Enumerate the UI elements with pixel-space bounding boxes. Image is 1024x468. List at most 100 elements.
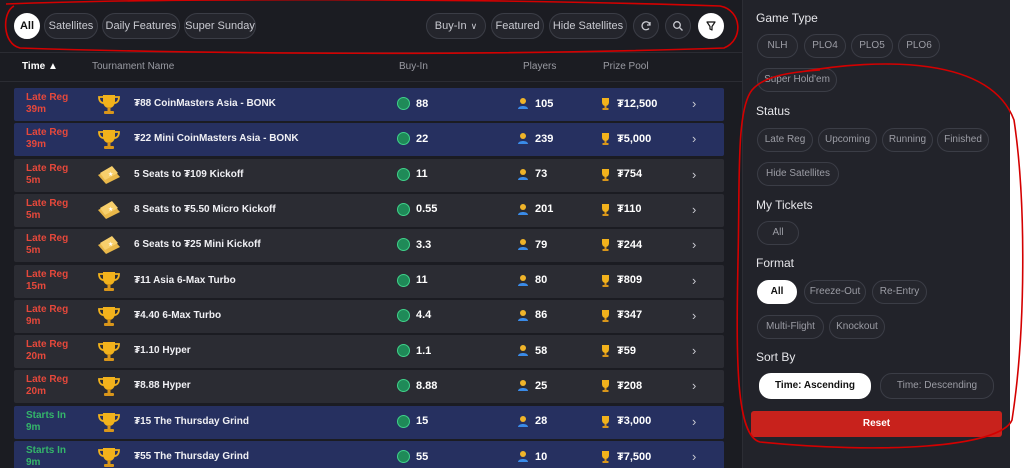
status-finished[interactable]: Finished: [937, 128, 989, 152]
registration-status: Starts In 9m: [26, 410, 66, 434]
ticket-icon: ★: [98, 165, 120, 184]
header-time[interactable]: Time ▲: [22, 61, 58, 72]
format-re-entry[interactable]: Re-Entry: [872, 280, 927, 304]
svg-text:★: ★: [108, 171, 113, 178]
status-hide-satellites[interactable]: Hide Satellites: [757, 162, 839, 186]
table-row[interactable]: Late Reg 20m ₮1.10 Hyper 1.1 58 ₮59 ›: [14, 335, 724, 369]
trophy-icon: [602, 203, 609, 216]
table-row[interactable]: Late Reg 15m ₮11 Asia 6-Max Turbo 11 80 ₮809 ›: [14, 264, 724, 298]
trophy-icon: [602, 98, 609, 110]
prize-value: ₮208: [617, 379, 643, 392]
status-upcoming[interactable]: Upcoming: [818, 128, 877, 152]
poker-chip-icon: [397, 414, 410, 428]
players-value: 86: [535, 309, 548, 322]
prize-value: ₮347: [617, 309, 643, 322]
header-players[interactable]: Players: [523, 61, 556, 72]
header-buyin[interactable]: Buy-In: [399, 61, 428, 72]
trophy-icon: [602, 451, 609, 463]
buyin-dropdown[interactable]: Buy-In ∨: [426, 13, 486, 39]
header-name[interactable]: Tournament Name: [92, 61, 174, 72]
svg-text:★: ★: [108, 241, 113, 248]
chevron-right-icon[interactable]: ›: [692, 414, 696, 429]
players-cell: 10: [517, 450, 547, 463]
table-row[interactable]: Late Reg 39m ₮22 Mini CoinMasters Asia - B…: [14, 123, 724, 157]
lobby-window: All Satellites Daily Features Super Sund…: [0, 0, 1010, 468]
table-row[interactable]: Late Reg 5m ★ 8 Seats to ₮5.50 Micro Kickof…: [14, 193, 724, 227]
registration-status: Late Reg 20m: [26, 339, 68, 363]
prize-cell: ₮244: [599, 238, 642, 252]
registration-status: Late Reg 5m: [26, 163, 68, 187]
buyin-value: 11: [416, 274, 428, 286]
tab-satellites[interactable]: Satellites: [44, 13, 98, 39]
game-type-nlh[interactable]: NLH: [757, 34, 798, 58]
players-cell: 28: [517, 415, 547, 428]
chevron-right-icon[interactable]: ›: [692, 131, 696, 146]
players-value: 201: [535, 203, 554, 216]
sort-time-descending[interactable]: Time: Descending: [880, 373, 994, 399]
status-label: Late Reg: [26, 92, 69, 103]
poker-chip-icon: [397, 97, 410, 110]
chevron-right-icon[interactable]: ›: [692, 343, 696, 358]
table-row[interactable]: Late Reg 5m ★ 6 Seats to ₮25 Mini Kickoff 3.…: [14, 229, 724, 263]
featured-button[interactable]: Featured: [491, 13, 544, 39]
tab-super-sunday[interactable]: Super Sunday: [184, 13, 256, 39]
players-value: 105: [535, 97, 554, 110]
status-running[interactable]: Running: [882, 128, 933, 152]
registration-status: Starts In 9m: [26, 445, 66, 468]
prize-cell: ₮208: [599, 379, 643, 393]
table-row[interactable]: Late Reg 5m ★ 5 Seats to ₮109 Kickoff 11 73 ₮7…: [14, 158, 724, 192]
chevron-right-icon[interactable]: ›: [692, 96, 696, 111]
reset-button[interactable]: Reset: [751, 411, 1002, 437]
status-label: Late Reg: [26, 339, 69, 351]
table-row[interactable]: Late Reg 9m ₮4.40 6-Max Turbo 4.4 86 ₮347 ›: [14, 299, 724, 333]
buyin-cell: 15: [397, 414, 428, 428]
table-row[interactable]: Starts In 9m ₮55 The Thursday Grind 55 10 ₮7,…: [14, 441, 724, 468]
trophy-icon: [98, 95, 120, 114]
tab-all[interactable]: All: [14, 13, 40, 39]
game-type-plo6[interactable]: PLO6: [898, 34, 940, 58]
filter-button[interactable]: [698, 13, 724, 39]
status-time: 39m: [26, 139, 47, 151]
format-all[interactable]: All: [757, 280, 797, 304]
table-row[interactable]: Late Reg 20m ₮8.88 Hyper 8.88 25 ₮208 ›: [14, 370, 724, 404]
header-prize[interactable]: Prize Pool: [603, 61, 649, 72]
format-freeze-out[interactable]: Freeze-Out: [804, 280, 866, 304]
buyin-dropdown-label: Buy-In: [434, 20, 467, 32]
table-row[interactable]: Starts In 9m ₮15 The Thursday Grind 15 28 ₮3,…: [14, 405, 724, 439]
trophy-icon: [98, 377, 120, 397]
search-button[interactable]: [665, 13, 691, 39]
registration-status: Late Reg 5m: [26, 233, 68, 257]
refresh-button[interactable]: [633, 13, 659, 39]
filter-icon: [706, 21, 716, 31]
game-type-plo4[interactable]: PLO4: [804, 34, 846, 58]
chevron-right-icon[interactable]: ›: [692, 378, 696, 393]
game-type-super-holdem[interactable]: Super Hold'em: [757, 68, 837, 92]
chevron-right-icon[interactable]: ›: [692, 202, 696, 217]
format-multi-flight[interactable]: Multi-Flight: [757, 315, 824, 339]
sort-time-ascending[interactable]: Time: Ascending: [759, 373, 871, 399]
chevron-right-icon[interactable]: ›: [692, 237, 696, 252]
prize-cell: ₮12,500: [599, 97, 657, 110]
buyin-cell: 4.4: [397, 308, 431, 322]
status-late-reg[interactable]: Late Reg: [757, 128, 813, 152]
prize-value: ₮12,500: [617, 97, 658, 110]
status-time: 5m: [26, 209, 41, 221]
chevron-right-icon[interactable]: ›: [692, 449, 696, 464]
chevron-right-icon[interactable]: ›: [692, 167, 696, 182]
my-tickets-all[interactable]: All: [757, 221, 799, 245]
game-type-plo5[interactable]: PLO5: [851, 34, 893, 58]
tab-daily-features[interactable]: Daily Features: [102, 13, 180, 39]
user-icon: [518, 345, 528, 357]
page-margin: [1010, 0, 1024, 468]
table-row[interactable]: Late Reg 39m ₮88 CoinMasters Asia - BONK 88…: [14, 88, 724, 121]
hide-satellites-button[interactable]: Hide Satellites: [549, 13, 627, 39]
chevron-right-icon[interactable]: ›: [692, 273, 696, 288]
chevron-right-icon[interactable]: ›: [692, 308, 696, 323]
format-title: Format: [756, 256, 795, 270]
buyin-cell: 0.55: [397, 202, 437, 216]
prize-value: ₮3,000: [617, 415, 652, 428]
status-label: Late Reg: [26, 268, 69, 280]
players-cell: 201: [517, 203, 553, 216]
players-value: 58: [535, 344, 548, 357]
format-knockout[interactable]: Knockout: [829, 315, 885, 339]
